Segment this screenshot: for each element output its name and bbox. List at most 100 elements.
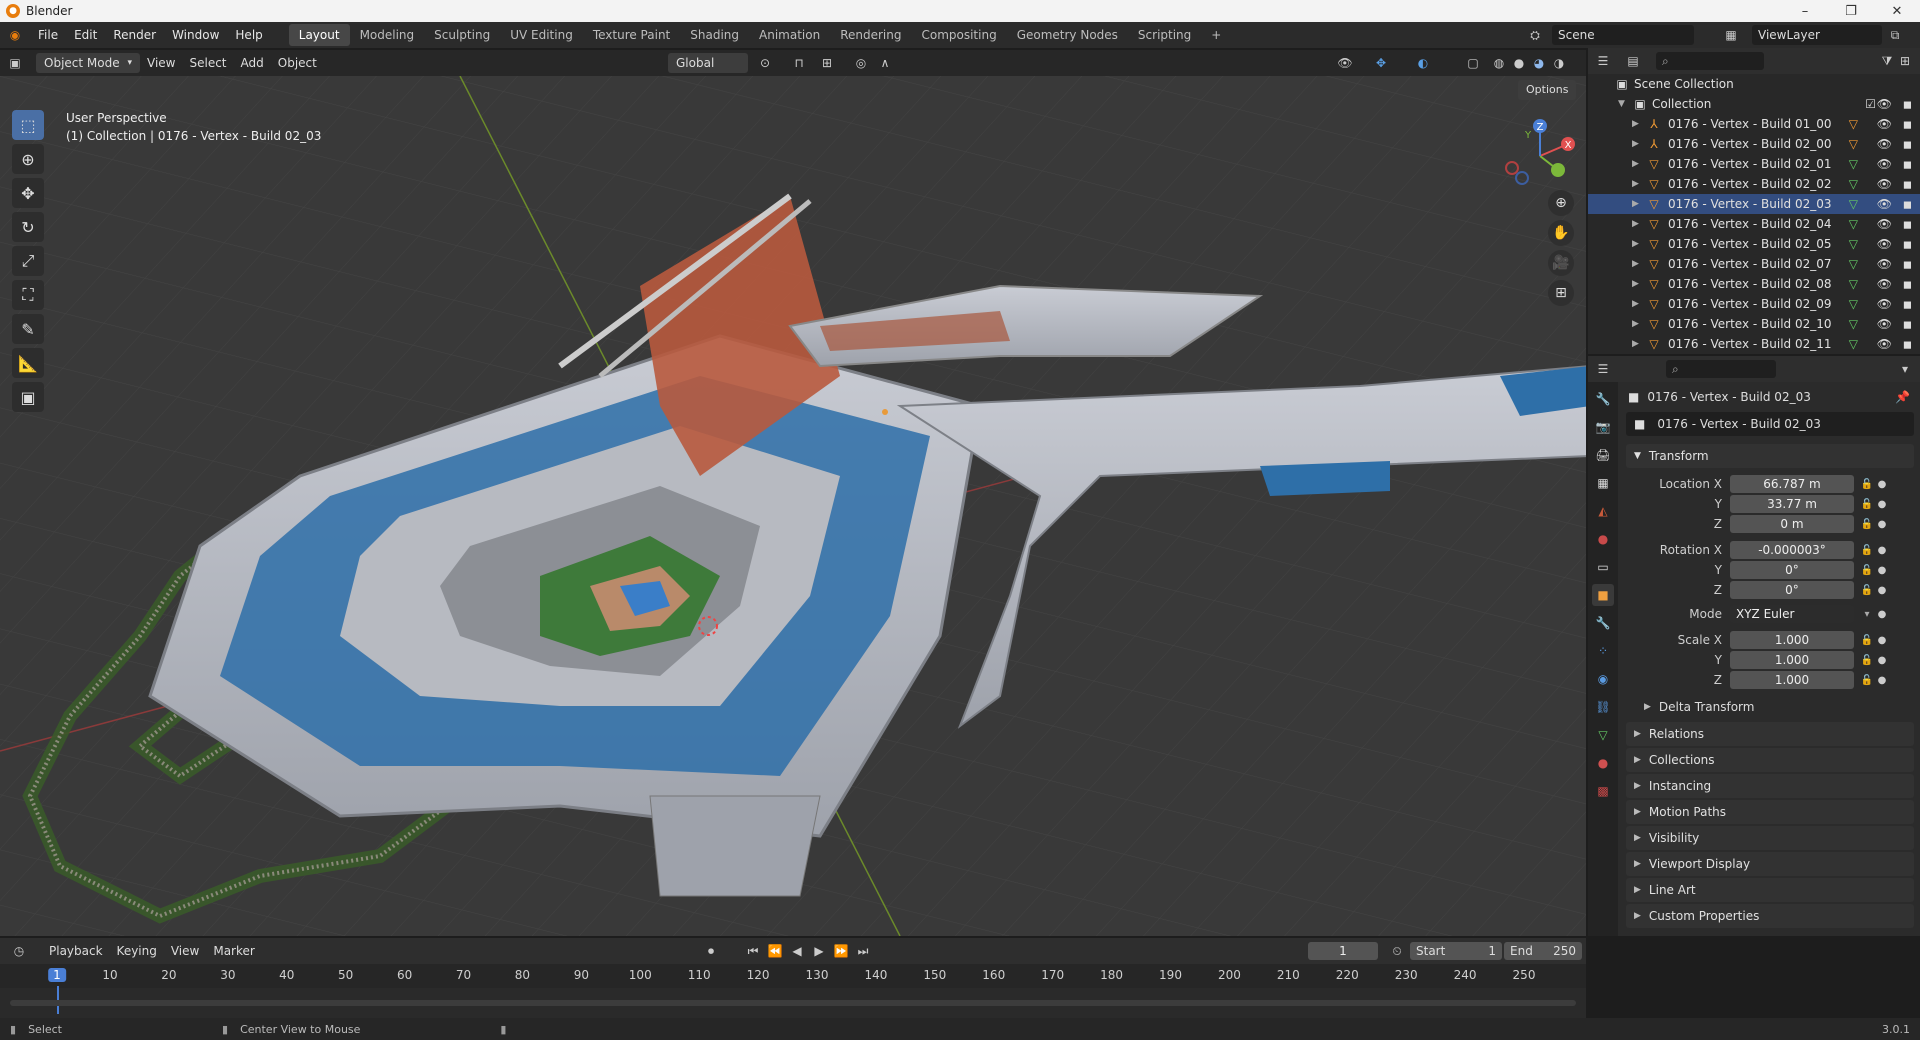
object-data-icon[interactable]: ▽ <box>1849 237 1858 251</box>
object-data-icon[interactable]: ▽ <box>1849 137 1858 151</box>
eye-icon[interactable]: 👁 <box>1877 257 1892 271</box>
pin-icon[interactable]: 📌 <box>1895 390 1910 404</box>
display-mode-icon[interactable]: ▤ <box>1624 52 1642 70</box>
panel-collections[interactable]: ▶ Collections <box>1626 748 1914 772</box>
tab-scripting[interactable]: Scripting <box>1128 24 1201 46</box>
chevron-right-icon[interactable]: ▶ <box>1632 259 1646 269</box>
material-tab-icon[interactable]: ● <box>1592 752 1614 774</box>
outliner-item[interactable]: ▶ ▽ 0176 - Vertex - Build 02_07 ▽ 👁 ◼ <box>1588 254 1920 274</box>
keyframe-dot-icon[interactable]: ● <box>1876 585 1888 596</box>
jump-start-icon[interactable]: ⏮ <box>744 942 762 960</box>
chevron-right-icon[interactable]: ▶ <box>1632 239 1646 249</box>
camera-icon[interactable]: ◼ <box>1903 218 1912 231</box>
tab-animation[interactable]: Animation <box>749 24 830 46</box>
object-mode-dropdown[interactable]: Object Mode ▾ <box>36 53 140 73</box>
keyframe-dot-icon[interactable]: ● <box>1876 609 1888 620</box>
tab-uv-editing[interactable]: UV Editing <box>500 24 583 46</box>
menu-object[interactable]: Object <box>271 53 324 73</box>
new-collection-icon[interactable]: ⊞ <box>1896 52 1914 70</box>
outliner-item[interactable]: ▶ ▽ 0176 - Vertex - Build 02_10 ▽ 👁 ◼ <box>1588 314 1920 334</box>
panel-relations[interactable]: ▶ Relations <box>1626 722 1914 746</box>
wireframe-shading-icon[interactable]: ◍ <box>1490 54 1508 72</box>
outliner-item[interactable]: ▶ ▽ 0176 - Vertex - Build 02_08 ▽ 👁 ◼ <box>1588 274 1920 294</box>
delta-transform-subpanel[interactable]: ▶ Delta Transform <box>1620 694 1920 720</box>
eye-icon[interactable]: 👁 <box>1877 97 1892 111</box>
chevron-right-icon[interactable]: ▶ <box>1632 339 1646 349</box>
zoom-icon[interactable]: ⊕ <box>1548 190 1574 216</box>
eye-icon[interactable]: 👁 <box>1877 217 1892 231</box>
eye-icon[interactable]: 👁 <box>1877 237 1892 251</box>
select-box-tool-icon[interactable]: ⬚ <box>12 110 44 140</box>
eye-icon[interactable]: 👁 <box>1877 137 1892 151</box>
scale-z-field[interactable]: 1.000 <box>1730 671 1854 689</box>
rotation-z-field[interactable]: 0° <box>1730 581 1854 599</box>
outliner-item[interactable]: ▶ ▽ 0176 - Vertex - Build 02_05 ▽ 👁 ◼ <box>1588 234 1920 254</box>
camera-icon[interactable]: ◼ <box>1903 98 1912 111</box>
chevron-right-icon[interactable]: ▶ <box>1632 179 1646 189</box>
object-data-icon[interactable]: ▽ <box>1849 117 1858 131</box>
collection-tab-icon[interactable]: ▭ <box>1592 556 1614 578</box>
render-tab-icon[interactable]: 📷 <box>1592 416 1614 438</box>
panel-line-art[interactable]: ▶ Line Art <box>1626 878 1914 902</box>
outliner-item[interactable]: ▶ ▽ 0176 - Vertex - Build 02_11 ▽ 👁 ◼ <box>1588 334 1920 354</box>
eye-icon[interactable]: 👁 <box>1877 197 1892 211</box>
object-data-icon[interactable]: ▽ <box>1849 197 1858 211</box>
snap-target-icon[interactable]: ⊞ <box>818 54 836 72</box>
3d-viewport[interactable]: X Y Z Options <box>0 76 1586 936</box>
rendered-shading-icon[interactable]: ◑ <box>1550 54 1568 72</box>
menu-window[interactable]: Window <box>164 24 227 46</box>
eye-icon[interactable]: 👁 <box>1877 117 1892 131</box>
lock-icon[interactable]: 🔓 <box>1858 675 1876 686</box>
camera-view-icon[interactable]: 🎥 <box>1548 250 1574 276</box>
add-workspace-button[interactable]: + <box>1201 24 1231 46</box>
transform-panel-header[interactable]: ▼ Transform <box>1626 444 1914 468</box>
scene-collection-row[interactable]: ▣ Scene Collection <box>1588 74 1920 94</box>
current-frame-field[interactable]: 1 <box>1308 942 1378 960</box>
collection-row[interactable]: ▼ ▣ Collection ☑ 👁 ◼ <box>1588 94 1920 114</box>
scale-tool-icon[interactable]: ⤢ <box>12 246 44 276</box>
keyframe-dot-icon[interactable]: ● <box>1876 545 1888 556</box>
chevron-right-icon[interactable]: ▶ <box>1632 139 1646 149</box>
tab-shading[interactable]: Shading <box>680 24 749 46</box>
tab-sculpting[interactable]: Sculpting <box>424 24 500 46</box>
scene-tab-icon[interactable]: ◭ <box>1592 500 1614 522</box>
timeline-ruler[interactable]: 1 10 20 30 40 50 60 70 80 90 100 110 120 130 140 150 160… <box>0 964 1586 1014</box>
chevron-right-icon[interactable]: ▶ <box>1632 279 1646 289</box>
cursor-tool-icon[interactable]: ⊕ <box>12 144 44 174</box>
chevron-right-icon[interactable]: ▶ <box>1632 299 1646 309</box>
view-layer-copy-icon[interactable]: ⧉ <box>1886 26 1904 44</box>
properties-search-input[interactable]: ⌕ <box>1666 360 1776 378</box>
scale-x-field[interactable]: 1.000 <box>1730 631 1854 649</box>
location-x-field[interactable]: 66.787 m <box>1730 475 1854 493</box>
material-shading-icon[interactable]: ◕ <box>1530 54 1548 72</box>
outliner-item[interactable]: ▶ ▽ 0176 - Vertex - Build 02_01 ▽ 👁 ◼ <box>1588 154 1920 174</box>
panel-viewport-display[interactable]: ▶ Viewport Display <box>1626 852 1914 876</box>
view-layer-icon[interactable]: ▦ <box>1722 26 1740 44</box>
menu-keying[interactable]: Keying <box>110 941 164 961</box>
camera-icon[interactable]: ◼ <box>1903 138 1912 151</box>
panel-instancing[interactable]: ▶ Instancing <box>1626 774 1914 798</box>
view-layer-tab-icon[interactable]: ▦ <box>1592 472 1614 494</box>
lock-icon[interactable]: 🔓 <box>1858 585 1876 596</box>
eye-icon[interactable]: 👁 <box>1877 177 1892 191</box>
camera-icon[interactable]: ◼ <box>1903 258 1912 271</box>
chevron-right-icon[interactable]: ▶ <box>1632 199 1646 209</box>
scene-icon[interactable]: ⛭ <box>1526 26 1544 44</box>
filter-icon[interactable]: ⧩ <box>1878 52 1896 70</box>
chevron-down-icon[interactable]: ▾ <box>1896 360 1914 378</box>
gizmo-y-axis[interactable] <box>1551 163 1565 177</box>
gizmo-toggle-icon[interactable]: ✥ <box>1372 54 1390 72</box>
proportional-edit-icon[interactable]: ◎ <box>852 54 870 72</box>
chevron-right-icon[interactable]: ▶ <box>1632 319 1646 329</box>
chevron-right-icon[interactable]: ▶ <box>1632 219 1646 229</box>
maximize-button[interactable]: ❐ <box>1828 0 1874 22</box>
outliner-item[interactable]: ▶ ⅄ 0176 - Vertex - Build 01_00 ▽ 👁 ◼ <box>1588 114 1920 134</box>
transform-tool-icon[interactable]: ⛶ <box>12 280 44 310</box>
tab-layout[interactable]: Layout <box>288 24 350 46</box>
tab-rendering[interactable]: Rendering <box>830 24 911 46</box>
panel-motion-paths[interactable]: ▶ Motion Paths <box>1626 800 1914 824</box>
jump-end-icon[interactable]: ⏭ <box>854 942 872 960</box>
outliner-item[interactable]: ▶ ⅄ 0176 - Vertex - Build 02_00 ▽ 👁 ◼ <box>1588 134 1920 154</box>
start-frame-field[interactable]: Start 1 <box>1410 942 1502 960</box>
tool-tab-icon[interactable]: 🔧 <box>1592 388 1614 410</box>
